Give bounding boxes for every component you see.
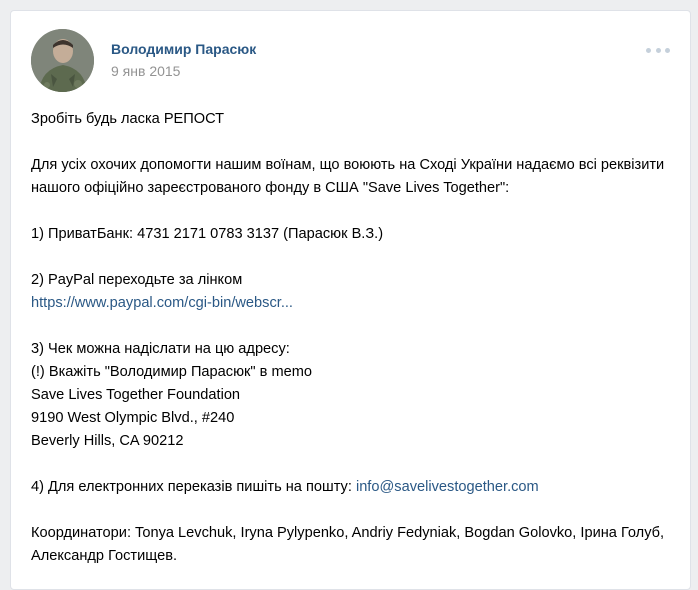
text-line: Beverly Hills, CA 90212: [31, 433, 184, 449]
avatar-photo: [31, 29, 94, 92]
text-line: Save Lives Together Foundation: [31, 387, 241, 403]
author-name[interactable]: Володимир Парасюк: [111, 41, 256, 57]
wall-post: Володимир Парасюк 9 янв 2015 Зробіть буд…: [10, 10, 691, 590]
text-line: Зробіть будь ласка РЕПОСТ: [31, 111, 225, 127]
text-line: (!) Вкажіть "Володимир Парасюк" в memo: [31, 364, 312, 380]
email-link[interactable]: info@savelivestogether.com: [356, 479, 539, 495]
text-line: 2) PayPal переходьте за лінком: [31, 272, 243, 288]
post-date[interactable]: 9 янв 2015: [111, 63, 180, 79]
text-line: 3) Чек можна надіслати на цю адресу:: [31, 341, 290, 357]
text-line: 9190 West Olympic Blvd., #240: [31, 410, 235, 426]
email-prefix: 4) Для електронних переказів пишіть на п…: [31, 479, 356, 495]
post-text: Зробіть будь ласка РЕПОСТ Для усіх охочи…: [31, 108, 676, 568]
more-horizontal-icon[interactable]: [646, 44, 670, 56]
text-paragraph: Координатори: Tonya Levchuk, Iryna Pylyp…: [31, 525, 665, 564]
dot: [665, 47, 670, 53]
dot: [655, 47, 661, 53]
avatar[interactable]: [31, 29, 94, 92]
paypal-link[interactable]: https://www.paypal.com/cgi-bin/webscr...: [31, 295, 293, 311]
text-line: 1) ПриватБанк: 4731 2171 0783 3137 (Пара…: [31, 226, 384, 242]
text-line: 4) Для електронних переказів пишіть на п…: [31, 476, 676, 499]
text-paragraph: Для усіх охочих допомогти нашим воїнам, …: [31, 157, 665, 196]
dot: [646, 47, 651, 53]
